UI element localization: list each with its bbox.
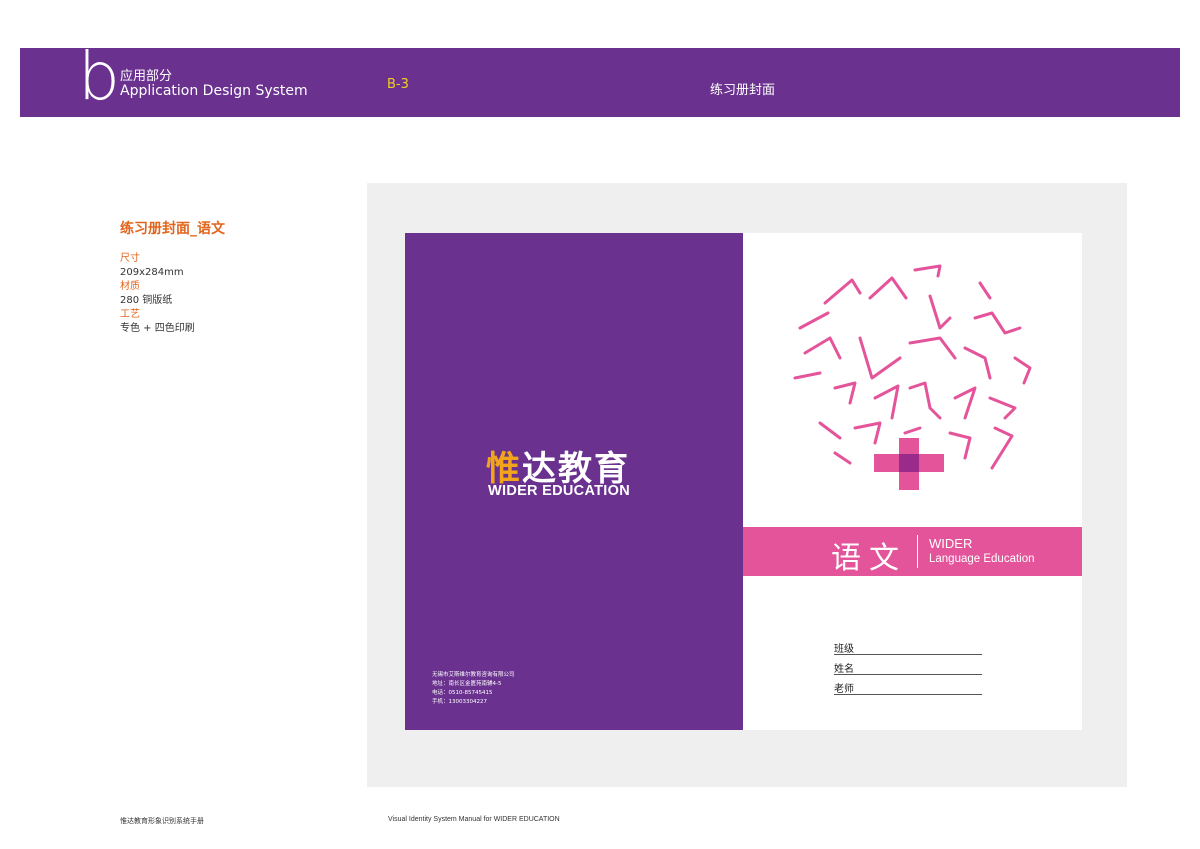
subject-band: 语文 WIDER Language Education bbox=[743, 527, 1082, 576]
field-teacher[interactable]: 老师 bbox=[834, 680, 982, 695]
material-label: 材质 bbox=[120, 281, 140, 292]
spec-panel: 练习册封面_语文 尺寸 209x284mm 材质 280 铜版纸 工艺 专色 +… bbox=[120, 218, 225, 336]
contact-mobile: 手机：13003304227 bbox=[432, 699, 487, 705]
material-value: 280 铜版纸 bbox=[120, 295, 173, 306]
footer-manual-en: Visual Identity System Manual for WIDER … bbox=[388, 816, 560, 823]
size-label: 尺寸 bbox=[120, 253, 140, 264]
band-brand: WIDER bbox=[929, 536, 973, 551]
contact-company: 无锡市艾斯维尔教育咨询有限公司 bbox=[432, 672, 515, 678]
section-letter: b bbox=[78, 38, 120, 115]
header-band: b 应用部分 Application Design System B-3 练习册… bbox=[20, 44, 1180, 117]
contact-address: 地址：南长区金匮苑南辅4-5 bbox=[432, 681, 502, 687]
logo-english: WIDER EDUCATION bbox=[488, 483, 630, 499]
page-title: 练习册封面 bbox=[710, 83, 776, 98]
process-label: 工艺 bbox=[120, 309, 140, 320]
contact-block: 无锡市艾斯维尔教育咨询有限公司 地址：南长区金匮苑南辅4-5 电话：0510-8… bbox=[432, 671, 515, 707]
footer-manual-cn: 惟达教育形象识别系统手册 bbox=[120, 817, 204, 825]
field-class[interactable]: 班级 bbox=[834, 640, 982, 655]
field-name[interactable]: 姓名 bbox=[834, 660, 982, 675]
band-subtitle: Language Education bbox=[929, 553, 1035, 565]
section-title-en: Application Design System bbox=[120, 83, 308, 99]
page-code: B-3 bbox=[387, 77, 409, 92]
stroke-pattern-graphic bbox=[793, 264, 1032, 490]
section-title-cn: 应用部分 bbox=[120, 69, 173, 84]
process-value: 专色 + 四色印刷 bbox=[120, 323, 195, 334]
band-divider bbox=[917, 535, 918, 568]
spec-title: 练习册封面_语文 bbox=[120, 221, 225, 237]
size-value: 209x284mm bbox=[120, 267, 184, 278]
subject-title: 语文 bbox=[831, 541, 907, 576]
contact-phone: 电话：0510-85745415 bbox=[432, 690, 493, 696]
